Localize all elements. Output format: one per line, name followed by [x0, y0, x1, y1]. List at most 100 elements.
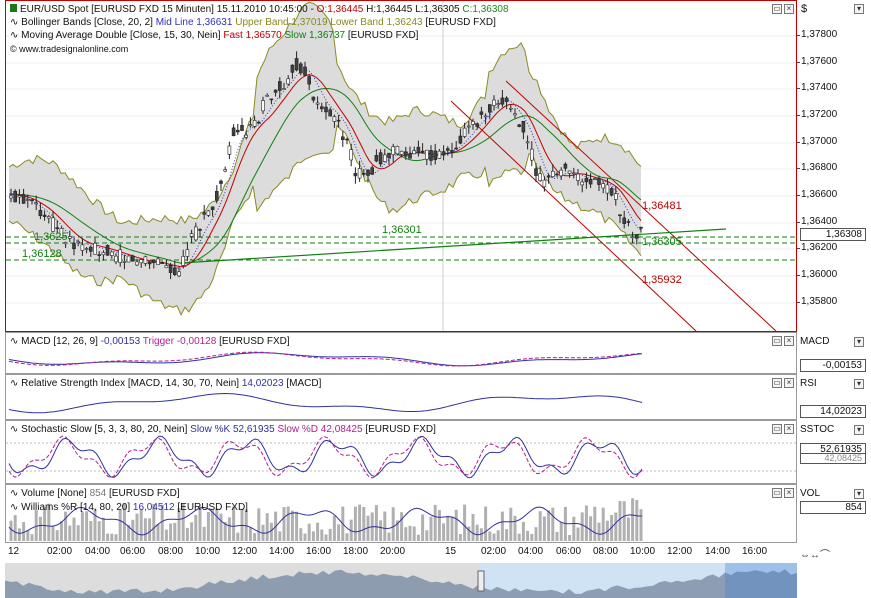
candle-body — [131, 255, 135, 262]
williams-legend: ∿ Williams %R [14, 80, 20] 16,04512 [EUR… — [10, 501, 248, 514]
volume-bar — [106, 533, 110, 541]
time-axis[interactable]: 12 02:00 04:00 06:00 08:00 10:00 12:00 14:00 16:… — [5, 543, 797, 563]
candle-body — [353, 173, 358, 177]
candle-body — [601, 183, 606, 189]
candle-body — [525, 141, 530, 144]
candle-body — [164, 265, 169, 269]
candle-body — [261, 100, 265, 112]
watermark-text: www.tradesignalonline.com — [19, 44, 129, 54]
candle-body — [110, 251, 114, 256]
volume-close-button[interactable]: × — [784, 488, 794, 498]
bollinger-lower: Lower Band 1,36243 — [330, 17, 423, 28]
volume-bar — [618, 501, 622, 541]
candle-body — [504, 97, 509, 102]
candle-body — [399, 150, 404, 155]
navigator-canvas[interactable] — [5, 563, 797, 598]
rsi-panel[interactable]: ∿ Relative Strength Index [MACD, 14, 30,… — [5, 374, 797, 420]
time-label: 16:00 — [742, 546, 768, 557]
price-chart-panel[interactable]: EUR/USD Spot [EURUSD FXD 15 Minuten] 15.… — [5, 0, 797, 332]
volume-bar — [290, 510, 294, 541]
expand-icon[interactable]: ↔ — [810, 550, 820, 561]
volume-bar — [89, 520, 93, 541]
volume-bar — [332, 515, 336, 541]
candle-body — [441, 151, 446, 156]
volume-scale-label: VOL — [800, 488, 821, 499]
volume-bar — [421, 514, 425, 541]
volume-bar — [534, 527, 538, 541]
volume-bar — [496, 530, 500, 541]
stochastic-restore-button[interactable]: ▭ — [772, 424, 782, 434]
candle-body — [618, 214, 622, 217]
price-legend-high: H:1,36445 — [366, 4, 413, 15]
scale-menu-button[interactable]: ▾ — [854, 4, 864, 14]
volume-bar — [635, 499, 639, 541]
volume-bar — [521, 521, 525, 541]
wave-icon: ∿ — [10, 488, 19, 499]
candle-body — [248, 124, 253, 127]
volume-bar — [72, 517, 76, 541]
candle-body — [508, 107, 513, 110]
zoom-controls[interactable]: ⇔↔⌒ — [800, 546, 830, 561]
copyright-icon: © — [10, 44, 17, 54]
stochastic-panel[interactable]: ∿ Stochastic Slow [5, 3, 3, 80, 20, Nein… — [5, 420, 797, 484]
volume-bar — [143, 518, 147, 541]
volume-bar — [156, 523, 160, 541]
price-legend-open: O:1,36445 — [316, 4, 364, 15]
macd-scale-menu-button[interactable]: ▾ — [854, 337, 864, 347]
rsi-value: 14,02023 — [241, 378, 284, 389]
volume-bar — [442, 523, 446, 541]
volume-bar — [513, 515, 517, 541]
volume-bar — [110, 533, 114, 541]
macd-close-button[interactable]: × — [784, 336, 794, 346]
stochastic-close-button[interactable]: × — [784, 424, 794, 434]
volume-bar — [471, 514, 475, 541]
time-label: 15 — [445, 546, 457, 557]
stochastic-scale-menu-button[interactable]: ▾ — [854, 425, 864, 435]
volume-bar — [185, 527, 189, 541]
candle-body — [42, 214, 47, 217]
fit-icon[interactable]: ⌒ — [820, 550, 830, 561]
volume-restore-button[interactable]: ▭ — [772, 488, 782, 498]
time-label: 04:00 — [518, 546, 544, 557]
candle-body — [408, 153, 412, 159]
candle-body — [181, 256, 185, 266]
rsi-close-button[interactable]: × — [784, 378, 794, 388]
trendline-label: 1,36301 — [382, 224, 422, 236]
candle-body — [378, 152, 383, 165]
price-scale[interactable]: $ ▾ 1,37800 1,37600 1,37400 1,37200 1,37000 1… — [796, 0, 871, 332]
panel-close-button[interactable]: × — [784, 4, 794, 14]
navigator-scrollbar[interactable] — [5, 563, 797, 598]
bollinger-legend: ∿ Bollinger Bands [Close, 20, 2] Mid Lin… — [10, 16, 496, 29]
candle-body — [46, 216, 51, 219]
volume-bar — [337, 524, 341, 541]
stochastic-k: Slow %K 52,61935 — [190, 424, 275, 435]
candle-body — [17, 195, 22, 198]
macd-trigger-line — [8, 351, 643, 367]
volume-panel[interactable]: ∿ Volume [None] 854 [EURUSD FXD] ∿ Willi… — [5, 484, 797, 543]
volume-scale-menu-button[interactable]: ▾ — [854, 489, 864, 499]
candle-body — [538, 173, 543, 182]
scroll-arrows-icon[interactable]: ⇔ — [800, 550, 810, 561]
volume-bar — [26, 530, 30, 541]
stochastic-sym: [EURUSD FXD] — [365, 424, 436, 435]
macd-restore-button[interactable]: ▭ — [772, 336, 782, 346]
volume-bar — [303, 533, 307, 541]
rsi-restore-button[interactable]: ▭ — [772, 378, 782, 388]
macd-panel[interactable]: ∿ MACD [12, 26, 9] -0,00153 Trigger -0,0… — [5, 332, 797, 374]
volume-bar — [135, 513, 139, 541]
price-legend-label: EUR/USD Spot [EURUSD FXD 15 Minuten] 15.… — [20, 4, 314, 15]
candle-body — [634, 234, 639, 239]
candle-body — [286, 78, 291, 85]
volume-bar — [509, 507, 513, 541]
volume-value: 854 — [89, 488, 107, 499]
volume-bar — [85, 511, 89, 541]
candle-body — [215, 191, 219, 201]
support-label: 1,36128 — [22, 248, 62, 260]
ma-slow: Slow 1,36737 — [284, 30, 346, 41]
bollinger-upper: Upper Band 1,37019 — [235, 17, 328, 28]
candle-body — [487, 104, 492, 113]
volume-bar — [353, 506, 357, 541]
panel-restore-button[interactable]: ▭ — [772, 4, 782, 14]
rsi-scale-menu-button[interactable]: ▾ — [854, 379, 864, 389]
volume-bar — [257, 508, 261, 541]
